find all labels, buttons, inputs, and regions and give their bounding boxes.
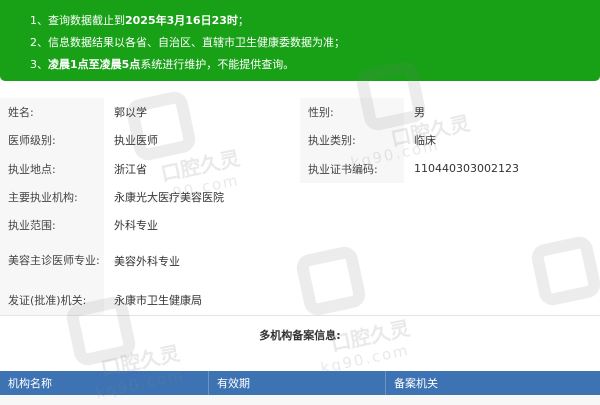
col-validity: 有效期 [217,377,250,390]
gender-label: 性别: [300,98,404,126]
notice-line-2: 2、信息数据结果以各省、自治区、直辖市卫生健康委数据为准； [30,36,345,49]
notice-line-3: 3、凌晨1点至凌晨5点系统进行维护，不能提供查询。 [30,58,295,71]
notice-banner: 1、查询数据截止到2025年3月16日23时； 2、信息数据结果以各省、自治区、… [0,0,600,81]
notice-line-1: 1、查询数据截止到2025年3月16日23时； [30,14,249,27]
info-row-name: 姓名: 郭以学 性别: 男 [0,98,600,127]
scope-label: 执业范围: [0,211,104,239]
scope-value: 外科专业 [104,211,600,239]
cosmetic-value: 美容外科专业 [104,239,600,285]
issuer-label: 发证(批准)机关: [0,285,104,315]
info-row-cosmetic: 美容主诊医师专业: 美容外科专业 [0,239,600,286]
info-row-scope: 执业范围: 外科专业 [0,211,600,240]
org-label: 主要执业机构: [0,183,104,211]
info-row-issuer: 发证(批准)机关: 永康市卫生健康局 [0,285,600,316]
multi-org-table-header: 机构名称 有效期 备案机关 [0,371,600,395]
info-row-level: 医师级别: 执业医师 执业类别: 临床 [0,126,600,155]
multi-org-table-body [0,395,600,405]
issuer-value: 永康市卫生健康局 [104,285,600,315]
multi-org-title: 多机构备案信息: [259,329,341,342]
cert-value: 110440303002123 [404,154,600,183]
level-label: 医师级别: [0,126,104,154]
name-label: 姓名: [0,98,104,126]
info-row-location: 执业地点: 浙江省 执业证书编码: 110440303002123 [0,154,600,184]
info-row-org: 主要执业机构: 永康光大医疗美容医院 [0,183,600,212]
name-value: 郭以学 [104,98,300,126]
cosmetic-label: 美容主诊医师专业: [0,239,104,285]
location-label: 执业地点: [0,154,104,183]
col-record-authority: 备案机关 [394,377,438,390]
